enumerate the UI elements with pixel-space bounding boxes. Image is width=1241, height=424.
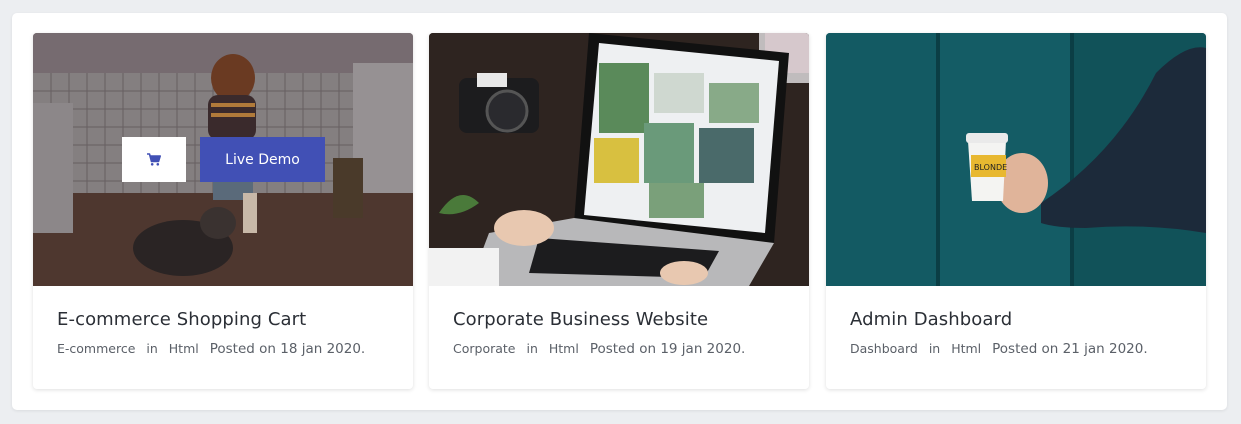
svg-text:BLONDE: BLONDE: [974, 163, 1007, 172]
tech-link[interactable]: Html: [169, 341, 199, 356]
meta-in-word: in: [146, 341, 158, 356]
cart-icon: [147, 153, 161, 166]
card-body: Corporate Business Website Corporate in …: [453, 309, 789, 357]
tech-link[interactable]: Html: [951, 341, 981, 356]
card-body: E-commerce Shopping Cart E-commerce in H…: [57, 309, 393, 357]
tech-link[interactable]: Html: [549, 341, 579, 356]
project-thumbnail[interactable]: BLONDE: [826, 33, 1206, 286]
card-meta: Corporate in Html Posted on 19 jan 2020.: [453, 341, 789, 357]
posted-date: Posted on 19 jan 2020.: [589, 341, 746, 357]
add-to-cart-button[interactable]: [122, 137, 186, 182]
live-demo-button[interactable]: Live Demo: [200, 137, 325, 182]
project-card-corporate[interactable]: Corporate Business Website Corporate in …: [429, 33, 809, 389]
posted-date: Posted on 21 jan 2020.: [992, 341, 1148, 357]
laptop-desk-photo: [429, 33, 809, 286]
meta-in-word: in: [928, 341, 941, 356]
project-thumbnail[interactable]: [429, 33, 809, 286]
category-link[interactable]: Dashboard: [850, 341, 918, 356]
meta-in-word: in: [526, 341, 538, 356]
card-title[interactable]: Admin Dashboard: [850, 309, 1186, 330]
thumbnail-actions: Live Demo: [122, 137, 325, 182]
card-title[interactable]: E-commerce Shopping Cart: [57, 309, 393, 330]
hand-coffee-cup-photo: BLONDE: [826, 33, 1206, 286]
portfolio-panel: Live Demo E-commerce Shopping Cart E-com…: [12, 13, 1227, 410]
project-card-dashboard[interactable]: BLONDE Admin Dashboard Dashboard in Html…: [826, 33, 1206, 389]
category-link[interactable]: E-commerce: [57, 341, 135, 356]
card-title[interactable]: Corporate Business Website: [453, 309, 789, 330]
posted-date: Posted on 18 jan 2020.: [209, 341, 366, 357]
card-body: Admin Dashboard Dashboard in Html Posted…: [850, 309, 1186, 357]
project-card-ecommerce[interactable]: Live Demo E-commerce Shopping Cart E-com…: [33, 33, 413, 389]
category-link[interactable]: Corporate: [453, 341, 516, 356]
card-meta: E-commerce in Html Posted on 18 jan 2020…: [57, 341, 393, 357]
project-thumbnail[interactable]: Live Demo: [33, 33, 413, 286]
card-meta: Dashboard in Html Posted on 21 jan 2020.: [850, 341, 1186, 357]
